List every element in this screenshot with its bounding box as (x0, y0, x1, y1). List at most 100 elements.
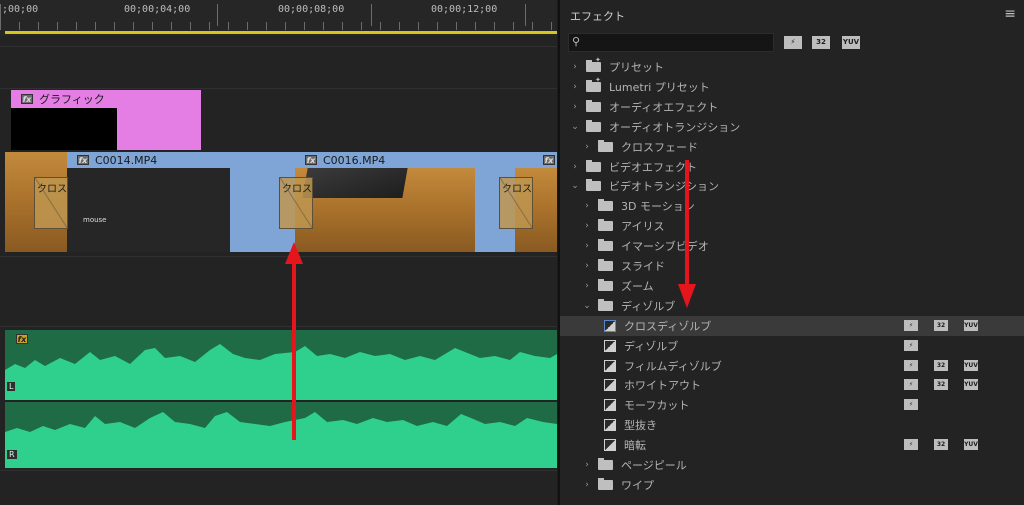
chevron-right-icon[interactable]: › (582, 261, 592, 271)
effect-folder-item[interactable]: › イマーシブビデオ (560, 236, 1024, 256)
effect-tree-label: Lumetri プリセット (609, 80, 710, 94)
cross-dissolve-transition[interactable]: クロス (279, 177, 313, 229)
folder-icon (586, 99, 601, 112)
effect-folder-item[interactable]: › Lumetri プリセット (560, 76, 1024, 97)
fx-badge-icon[interactable]: fx (543, 155, 555, 165)
chevron-right-icon[interactable]: › (582, 480, 592, 490)
effect-tree-label: 3D モーション (621, 200, 695, 214)
fx-badge-icon[interactable]: fx (305, 155, 317, 165)
effect-folder-item[interactable]: › ビデオエフェクト (560, 157, 1024, 177)
effect-folder-item[interactable]: ⌄ オーディオトランジション (560, 117, 1024, 137)
yuv-badge-icon: YUV (964, 439, 978, 451)
ruler-minor-ticks (0, 22, 557, 30)
chevron-right-icon[interactable]: › (582, 241, 592, 251)
effect-folder-item[interactable]: › ページピール (560, 455, 1024, 475)
folder-icon (598, 199, 613, 212)
effect-item[interactable]: クロスディゾルブ ⚡ 32 YUV (560, 315, 1024, 336)
audio-waveform (5, 344, 557, 400)
channel-label: L (7, 382, 16, 391)
chevron-right-icon[interactable]: › (570, 82, 580, 92)
graphic-clip-label: グラフィック (39, 93, 105, 106)
chevron-right-icon[interactable]: › (582, 281, 592, 291)
effect-tree-label: アイリス (621, 220, 665, 234)
track-divider (0, 470, 557, 471)
folder-icon (598, 278, 613, 291)
effect-folder-item[interactable]: ⌄ ディゾルブ (560, 296, 1024, 316)
chevron-right-icon[interactable]: › (582, 221, 592, 231)
effect-tree-label: クロスディゾルブ (624, 319, 712, 333)
chevron-down-icon[interactable]: ⌄ (570, 122, 580, 132)
chevron-down-icon[interactable]: ⌄ (570, 181, 580, 191)
fx-badge-icon[interactable]: fx (77, 155, 89, 165)
transition-effect-icon (604, 379, 616, 392)
effect-item[interactable]: フィルムディゾルブ ⚡ 32 YUV (560, 356, 1024, 376)
audio-clip-right[interactable]: R (5, 402, 557, 468)
transition-label: クロス (37, 184, 67, 195)
yuv-effects-filter-icon[interactable]: YUV (842, 36, 860, 49)
effect-item[interactable]: 暗転 ⚡ 32 YUV (560, 435, 1024, 455)
accelerated-badge-icon: ⚡ (904, 359, 918, 371)
effect-folder-item[interactable]: › クロスフェード (560, 137, 1024, 157)
chevron-right-icon[interactable]: › (570, 162, 580, 172)
track-divider (0, 88, 557, 89)
transition-effect-icon (604, 399, 616, 412)
effect-tree-label: オーディオエフェクト (609, 100, 719, 114)
folder-icon (598, 458, 613, 470)
effect-tree-label: 型抜き (624, 419, 657, 433)
time-ruler[interactable]: ;00;00 00;00;04;00 00;00;08;00 00;00;12;… (0, 0, 557, 36)
effect-tree-label: ワイプ (621, 478, 654, 492)
32bit-badge-icon: 32 (934, 319, 948, 331)
chevron-right-icon[interactable]: › (582, 142, 592, 152)
track-divider (0, 46, 557, 47)
32bit-effects-filter-icon[interactable]: 32 (812, 36, 830, 49)
effect-tree-label: ビデオエフェクト (609, 160, 697, 174)
work-area-bar[interactable] (5, 31, 557, 34)
transition-effect-icon (604, 339, 616, 352)
graphic-clip[interactable]: fx グラフィック (11, 90, 201, 150)
chevron-right-icon[interactable]: › (570, 62, 580, 72)
panel-menu-icon[interactable]: ≡ (1004, 6, 1016, 22)
effect-item[interactable]: ホワイトアウト ⚡ 32 YUV (560, 375, 1024, 395)
folder-icon (586, 159, 601, 172)
panel-title: エフェクト (570, 10, 625, 23)
effects-search-input[interactable]: ⚲ (568, 33, 774, 52)
chevron-right-icon[interactable]: › (582, 201, 592, 211)
annotation-arrow-up-icon (285, 242, 303, 264)
fx-badge-icon[interactable]: fx (21, 94, 33, 104)
effect-tree-label: ズーム (621, 279, 654, 293)
annotation-arrow-shaft (685, 160, 689, 286)
effect-folder-item[interactable]: › アイリス (560, 216, 1024, 236)
effect-folder-item[interactable]: › スライド (560, 256, 1024, 276)
effect-item[interactable]: モーフカット ⚡ (560, 395, 1024, 415)
graphic-clip-thumbnail (11, 108, 117, 150)
video-clip[interactable]: fx C0016.MP4 (230, 152, 475, 252)
cross-dissolve-transition[interactable]: クロス (499, 177, 533, 229)
effect-folder-item[interactable]: › ズーム (560, 276, 1024, 296)
accelerated-effects-filter-icon[interactable]: ⚡ (784, 36, 802, 49)
effect-item[interactable]: 型抜き (560, 415, 1024, 435)
effect-item[interactable]: ディゾルブ ⚡ (560, 336, 1024, 356)
chevron-right-icon[interactable]: › (582, 460, 592, 470)
effect-tree-label: ビデオトランジション (609, 180, 719, 194)
effect-tree-label: クロスフェード (621, 140, 698, 154)
chevron-down-icon[interactable]: ⌄ (582, 301, 592, 311)
yuv-badge-icon: YUV (964, 379, 978, 391)
chevron-right-icon[interactable]: › (570, 102, 580, 112)
effects-panel[interactable]: エフェクト ≡ ⚲ ⚡ 32 YUV ›プリセット›Lumetri プリセット›… (558, 0, 1024, 505)
cross-dissolve-transition[interactable]: クロス (34, 177, 68, 229)
transition-effect-icon (604, 359, 616, 372)
effect-tree-label: ホワイトアウト (624, 379, 701, 393)
effect-tree-label: フィルムディゾルブ (624, 359, 722, 373)
effect-folder-item[interactable]: › オーディオエフェクト (560, 97, 1024, 117)
audio-clip-left[interactable]: fx L (5, 330, 557, 400)
timeline-panel[interactable]: ;00;00 00;00;04;00 00;00;08;00 00;00;12;… (0, 0, 557, 505)
effect-folder-item[interactable]: › ワイプ (560, 475, 1024, 495)
effect-folder-item[interactable]: ⌄ ビデオトランジション (560, 176, 1024, 196)
transition-label: クロス (502, 184, 532, 195)
graphic-clip-header: fx グラフィック (11, 90, 117, 108)
folder-icon (598, 219, 613, 232)
effect-folder-item[interactable]: › 3D モーション (560, 196, 1024, 216)
effect-folder-item[interactable]: › プリセット (560, 56, 1024, 77)
timecode-label: 00;00;08;00 (278, 4, 345, 15)
accelerated-badge-icon: ⚡ (904, 339, 918, 351)
